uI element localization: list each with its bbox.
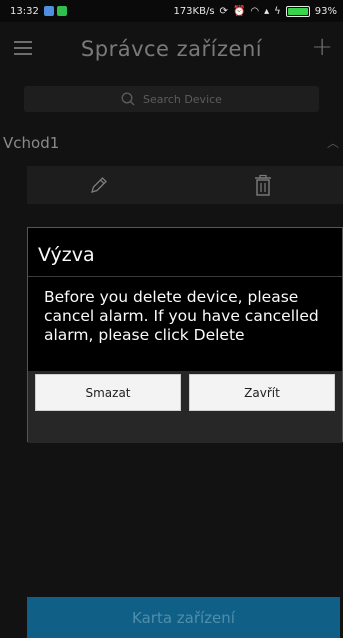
network-speed: 173KB/s xyxy=(173,5,215,17)
battery-icon xyxy=(285,5,310,17)
pencil-icon[interactable] xyxy=(89,175,109,199)
status-right: 173KB/s ⟳ ⏰ ◠ ▴ ϟ 93% xyxy=(173,5,343,17)
sync-icon: ⟳ xyxy=(219,5,228,17)
signal-icon: ▴ xyxy=(264,5,270,17)
hamburger-menu-icon[interactable] xyxy=(14,41,32,55)
chevron-up-icon[interactable]: ︿ xyxy=(327,134,339,151)
device-card-button[interactable]: Karta zařízení xyxy=(27,597,340,638)
phone-screen: 13:32 173KB/s ⟳ ⏰ ◠ ▴ ϟ 93% Správce zaří… xyxy=(0,0,343,638)
close-button[interactable]: Zavřít xyxy=(189,374,335,411)
status-time: 13:32 xyxy=(10,5,39,17)
wifi-icon: ◠ xyxy=(250,5,260,17)
page-title: Správce zařízení xyxy=(80,37,263,61)
dialog-divider xyxy=(28,276,342,277)
battery-percent: 93% xyxy=(314,5,337,17)
dialog-button-bar: Smazat Zavřít xyxy=(28,371,342,443)
status-bar: 13:32 173KB/s ⟳ ⏰ ◠ ▴ ϟ 93% xyxy=(0,0,343,22)
device-actions-row xyxy=(27,166,343,204)
device-group-name[interactable]: Vchod1 xyxy=(3,134,59,152)
search-icon xyxy=(121,92,135,106)
add-device-button[interactable]: + xyxy=(311,32,333,62)
charging-icon: ϟ xyxy=(274,5,281,17)
trash-icon[interactable] xyxy=(253,174,273,200)
alert-dialog: Výzva Before you delete device, please c… xyxy=(27,227,343,443)
search-input[interactable]: Search Device xyxy=(24,86,319,112)
search-placeholder: Search Device xyxy=(143,92,222,106)
app-notification-icon xyxy=(56,6,67,16)
alarm-icon: ⏰ xyxy=(232,5,246,17)
battery-fill xyxy=(287,7,308,15)
app-bar: Správce zařízení + xyxy=(0,22,343,76)
notification-icon xyxy=(43,6,54,16)
dialog-title: Výzva xyxy=(38,244,95,266)
dialog-message: Before you delete device, please cancel … xyxy=(44,288,319,344)
delete-button[interactable]: Smazat xyxy=(35,374,181,411)
